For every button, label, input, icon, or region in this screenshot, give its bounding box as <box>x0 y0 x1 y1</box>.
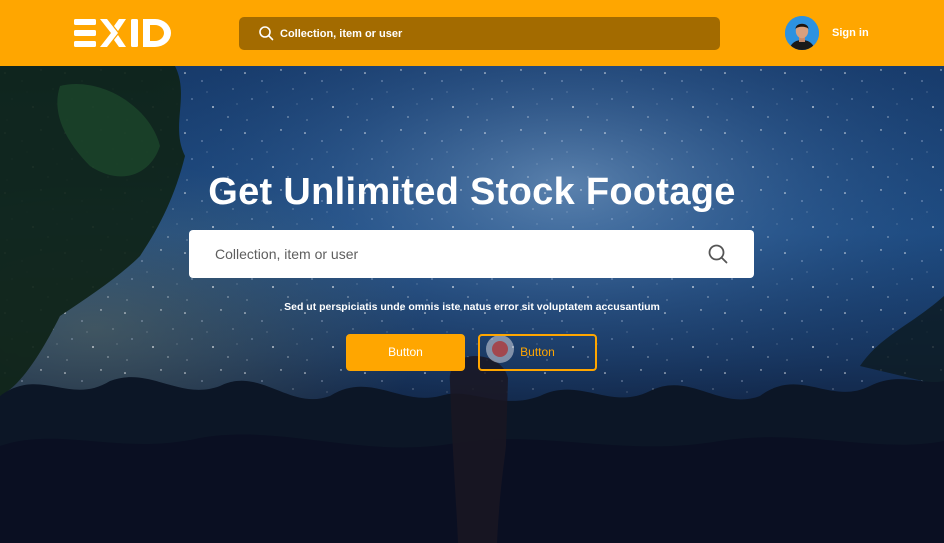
logo[interactable] <box>74 17 174 49</box>
top-navbar: Sign in <box>0 0 944 66</box>
header-search-bar[interactable] <box>239 17 720 50</box>
sign-in-link[interactable]: Sign in <box>832 26 869 40</box>
avatar[interactable] <box>785 16 819 50</box>
primary-button[interactable]: Button <box>346 334 465 371</box>
page: Sign in <box>0 0 944 543</box>
logo-mark <box>74 19 171 47</box>
search-icon[interactable] <box>706 242 730 266</box>
hero-search-input[interactable] <box>215 230 695 278</box>
search-icon <box>259 26 274 41</box>
header-search-input[interactable] <box>280 17 700 50</box>
hero-subtitle: Sed ut perspiciatis unde omnis iste natu… <box>284 301 660 313</box>
hero-section: Get Unlimited Stock Footage Sed ut persp… <box>0 66 944 543</box>
user-avatar-image <box>785 16 819 50</box>
hero-search-bar[interactable] <box>189 230 754 278</box>
secondary-outline-button[interactable]: Button <box>478 334 597 371</box>
hero-title: Get Unlimited Stock Footage <box>208 171 736 213</box>
